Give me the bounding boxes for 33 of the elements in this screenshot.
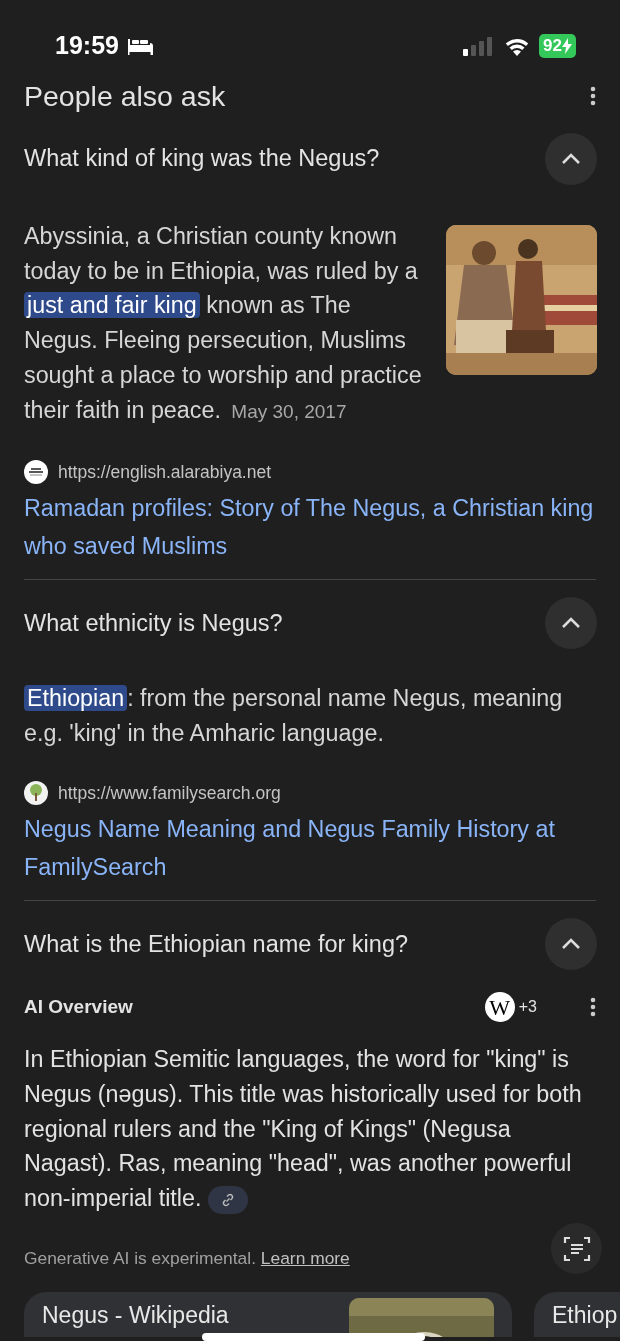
card-title: Negus - Wikipedia (42, 1300, 229, 1330)
result-card[interactable]: Negus - Wikipedia (24, 1291, 512, 1337)
battery-icon: 92 (539, 34, 576, 58)
question-text: What ethnicity is Negus? (24, 608, 283, 638)
chevron-up-icon (561, 617, 581, 630)
section-title: People also ask (24, 78, 226, 114)
card-title: Ethiop (552, 1300, 618, 1330)
question-text: What is the Ethiopian name for king? (24, 929, 409, 959)
site-logo-icon (24, 460, 48, 485)
site-logo-icon (24, 781, 48, 805)
source-count[interactable]: +3 (518, 995, 537, 1020)
source-url: https://english.alarabiya.net (58, 461, 272, 485)
ai-overview-label: AI Overview (24, 994, 134, 1019)
overview-text: In Ethiopian Semitic languages, the word for "king" is Negus (nəgus). This title was historically used for both regional rulers and the "King of Kings" (Negusa Nagast). Ras, meaning "head", was another powerful non-imperial title. (0, 1042, 620, 1216)
source-logo[interactable]: W (484, 992, 515, 1023)
answer-text: Ethiopian: from the personal name Negus, meaning e.g. 'king' in the Amharic language. (23, 684, 564, 749)
question-text: What kind of king was the Negus? (24, 144, 380, 174)
result-card[interactable]: Ethiop (534, 1291, 620, 1337)
status-time: 19:59 (55, 30, 119, 62)
collapse-button[interactable] (545, 133, 597, 185)
more-options-icon[interactable] (590, 997, 596, 1018)
more-options-icon[interactable] (590, 86, 596, 106)
answer-text: Abyssinia, a Christian county known today to be in Ethiopia, was ruled by a just and fair king known as The Negus. Fleeing persecution, Muslims sought a place to worship and practice their faith in peace. May 30, 2017 (23, 222, 423, 425)
result-link[interactable]: Ramadan profiles: Story of The Negus, a Christian king who saved Muslims (0, 489, 620, 566)
text-scan-icon (562, 1234, 591, 1263)
disclaimer-text: Generative AI is experimental. (24, 1247, 256, 1268)
bed-icon (126, 37, 153, 55)
learn-more-link[interactable]: Learn more (260, 1247, 350, 1268)
chevron-up-icon (561, 938, 581, 951)
source-url: https://www.familysearch.org (58, 781, 281, 805)
link-chip-icon[interactable] (207, 1185, 248, 1214)
result-link[interactable]: Negus Name Meaning and Negus Family History at FamilySearch (0, 810, 620, 887)
chevron-up-icon (561, 153, 581, 165)
